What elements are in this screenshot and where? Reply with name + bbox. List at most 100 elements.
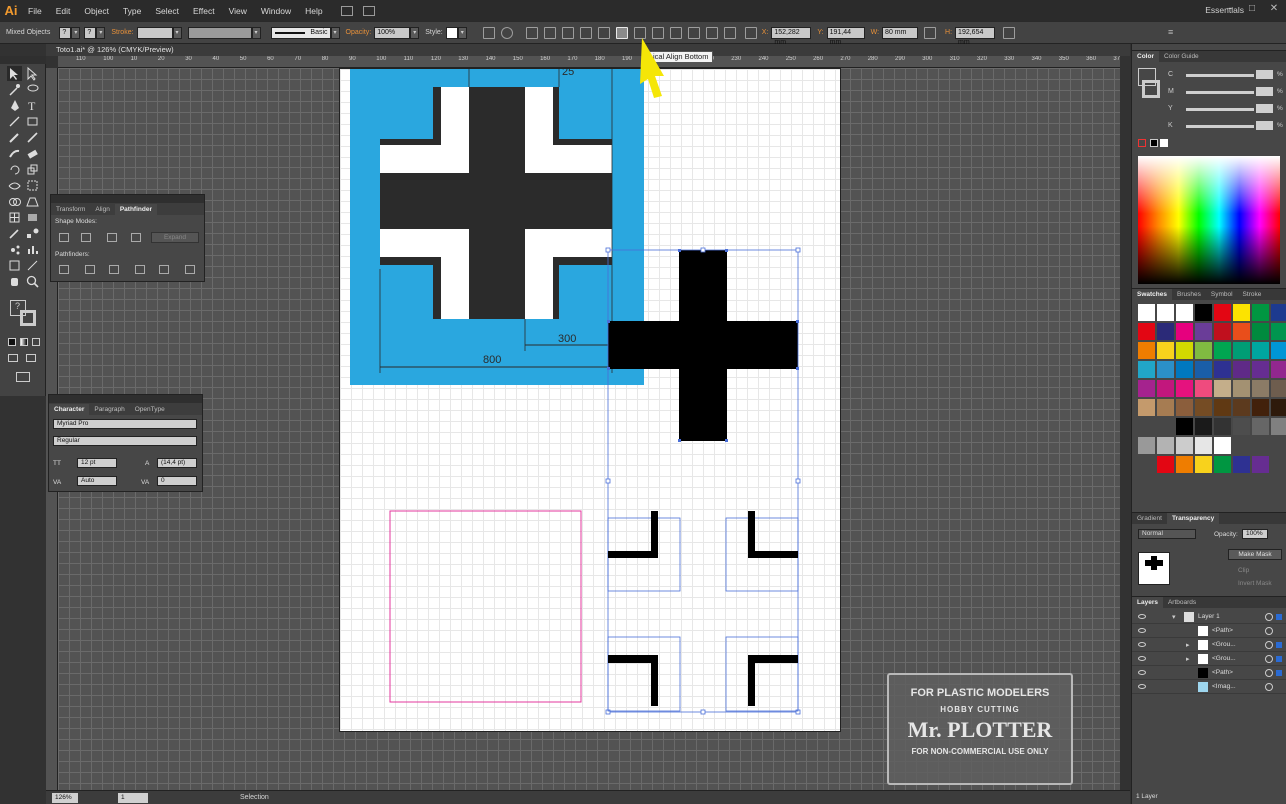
color-swatch[interactable] bbox=[1176, 323, 1193, 340]
layer-name[interactable]: Layer 1 bbox=[1198, 613, 1220, 620]
opacity-dropdown-icon[interactable]: ▾ bbox=[410, 26, 420, 39]
maximize-icon[interactable]: □ bbox=[1246, 3, 1258, 15]
vertical-align-center-icon[interactable] bbox=[597, 26, 610, 39]
color-swatch[interactable] bbox=[1176, 304, 1193, 321]
constrain-proportions-icon[interactable] bbox=[924, 26, 937, 39]
gradient-mode-icon[interactable] bbox=[20, 338, 28, 346]
paintbrush-tool[interactable] bbox=[7, 130, 22, 145]
artboard[interactable]: 800 300 25 bbox=[339, 68, 841, 732]
magenta-slider[interactable]: M % bbox=[1138, 87, 1283, 98]
tab-opentype[interactable]: OpenType bbox=[130, 404, 170, 415]
menu-help[interactable]: Help bbox=[299, 6, 330, 16]
stroke-indicator[interactable] bbox=[20, 310, 36, 326]
color-swatch[interactable] bbox=[1233, 342, 1250, 359]
color-swatch[interactable] bbox=[1252, 323, 1269, 340]
tab-artboards[interactable]: Artboards bbox=[1163, 597, 1201, 608]
color-swatch[interactable] bbox=[1271, 418, 1286, 435]
pencil-tool[interactable] bbox=[25, 130, 40, 145]
font-size-field[interactable]: 12 pt bbox=[77, 458, 117, 468]
target-icon[interactable] bbox=[1265, 655, 1273, 663]
opacity-field[interactable]: 100% bbox=[374, 26, 411, 39]
perspective-grid-tool[interactable] bbox=[25, 194, 40, 209]
layer-row[interactable]: <Path> bbox=[1132, 624, 1286, 638]
tracking-field[interactable]: 0 bbox=[157, 476, 197, 486]
menu-file[interactable]: File bbox=[22, 6, 50, 16]
color-swatch[interactable] bbox=[1157, 399, 1174, 416]
visibility-eye-icon[interactable] bbox=[1138, 628, 1146, 633]
color-swatch[interactable] bbox=[1252, 342, 1269, 359]
layer-name[interactable]: <Grou... bbox=[1212, 655, 1236, 662]
black-cross-horizontal[interactable] bbox=[608, 321, 798, 369]
color-swatch[interactable] bbox=[1214, 456, 1231, 473]
close-icon[interactable]: ✕ bbox=[1268, 3, 1280, 15]
black-color-chip[interactable] bbox=[1150, 139, 1158, 147]
cyan-value[interactable] bbox=[1256, 70, 1273, 79]
color-swatch[interactable] bbox=[1252, 456, 1269, 473]
horizontal-ruler[interactable]: 110 100 10 20 30 40 50 60 70 80 90 100 110 120 130 140 1… bbox=[58, 56, 1120, 68]
none-mode-icon[interactable] bbox=[32, 338, 40, 346]
exclude-icon[interactable] bbox=[131, 233, 141, 242]
target-icon[interactable] bbox=[1265, 683, 1273, 691]
layer-name[interactable]: <Imag... bbox=[1212, 683, 1236, 690]
color-swatch[interactable] bbox=[1252, 418, 1269, 435]
unite-icon[interactable] bbox=[59, 233, 69, 242]
tab-layers[interactable]: Layers bbox=[1132, 597, 1163, 608]
y-field[interactable]: 191,44 mm bbox=[826, 26, 865, 46]
align-to-icon[interactable] bbox=[482, 26, 495, 39]
cyan-track[interactable] bbox=[1186, 74, 1254, 77]
target-icon[interactable] bbox=[1265, 641, 1273, 649]
color-swatch[interactable] bbox=[1138, 323, 1155, 340]
menu-effect[interactable]: Effect bbox=[187, 6, 223, 16]
tab-swatches[interactable]: Swatches bbox=[1132, 289, 1172, 300]
invert-mask-checkbox[interactable]: Invert Mask bbox=[1238, 580, 1272, 587]
reference-point-icon[interactable] bbox=[744, 26, 757, 39]
stroke-weight-dropdown-icon[interactable]: ▾ bbox=[172, 26, 182, 39]
color-swatch[interactable] bbox=[1252, 304, 1269, 321]
divide-icon[interactable] bbox=[59, 265, 69, 274]
color-swatch[interactable] bbox=[1214, 437, 1231, 454]
color-swatch[interactable] bbox=[1233, 361, 1250, 378]
layer-row[interactable]: <Path> bbox=[1132, 666, 1286, 680]
color-swatch[interactable] bbox=[1195, 361, 1212, 378]
visibility-eye-icon[interactable] bbox=[1138, 642, 1146, 647]
eyedropper-tool[interactable] bbox=[7, 226, 22, 241]
target-icon[interactable] bbox=[1265, 613, 1273, 621]
minimize-icon[interactable]: – bbox=[1224, 3, 1236, 15]
tab-color-guide[interactable]: Color Guide bbox=[1159, 51, 1204, 62]
kerning-field[interactable]: Auto bbox=[77, 476, 117, 486]
color-swatch[interactable] bbox=[1271, 342, 1286, 359]
color-swatch[interactable] bbox=[1157, 361, 1174, 378]
menu-window[interactable]: Window bbox=[255, 6, 299, 16]
color-swatch[interactable] bbox=[1138, 361, 1155, 378]
visibility-eye-icon[interactable] bbox=[1138, 656, 1146, 661]
intersect-icon[interactable] bbox=[107, 233, 117, 242]
mesh-tool[interactable] bbox=[7, 210, 22, 225]
w-field[interactable]: 80 mm bbox=[882, 26, 919, 39]
color-mode-icon[interactable] bbox=[8, 338, 16, 346]
selection-indicator[interactable] bbox=[1276, 642, 1282, 648]
expand-arrow-icon[interactable]: ▾ bbox=[1172, 613, 1176, 621]
tab-paragraph[interactable]: Paragraph bbox=[89, 404, 129, 415]
h-field[interactable]: 192,654 mm bbox=[955, 26, 996, 46]
target-icon[interactable] bbox=[1265, 627, 1273, 635]
blob-brush-tool[interactable] bbox=[7, 146, 22, 161]
crop-icon[interactable] bbox=[135, 265, 145, 274]
vertical-align-bottom-icon[interactable] bbox=[615, 26, 628, 39]
layer-name[interactable]: <Grou... bbox=[1212, 641, 1236, 648]
layer-row[interactable]: ▾ Layer 1 bbox=[1132, 610, 1286, 624]
color-swatch[interactable] bbox=[1271, 323, 1286, 340]
menu-edit[interactable]: Edit bbox=[50, 6, 79, 16]
color-swatch[interactable] bbox=[1157, 323, 1174, 340]
color-swatch[interactable] bbox=[1271, 304, 1286, 321]
color-swatch[interactable] bbox=[1271, 361, 1286, 378]
stroke-dropdown-icon[interactable]: ▾ bbox=[96, 26, 106, 39]
color-swatch[interactable] bbox=[1176, 418, 1193, 435]
character-panel-header[interactable] bbox=[49, 395, 202, 403]
expand-arrow-icon[interactable]: ▸ bbox=[1186, 655, 1190, 663]
color-swatch[interactable] bbox=[1214, 304, 1231, 321]
visibility-eye-icon[interactable] bbox=[1138, 614, 1146, 619]
yellow-track[interactable] bbox=[1186, 108, 1254, 111]
symbol-sprayer-tool[interactable] bbox=[7, 242, 22, 257]
scale-tool[interactable] bbox=[25, 162, 40, 177]
tab-transform[interactable]: Transform bbox=[51, 204, 90, 215]
